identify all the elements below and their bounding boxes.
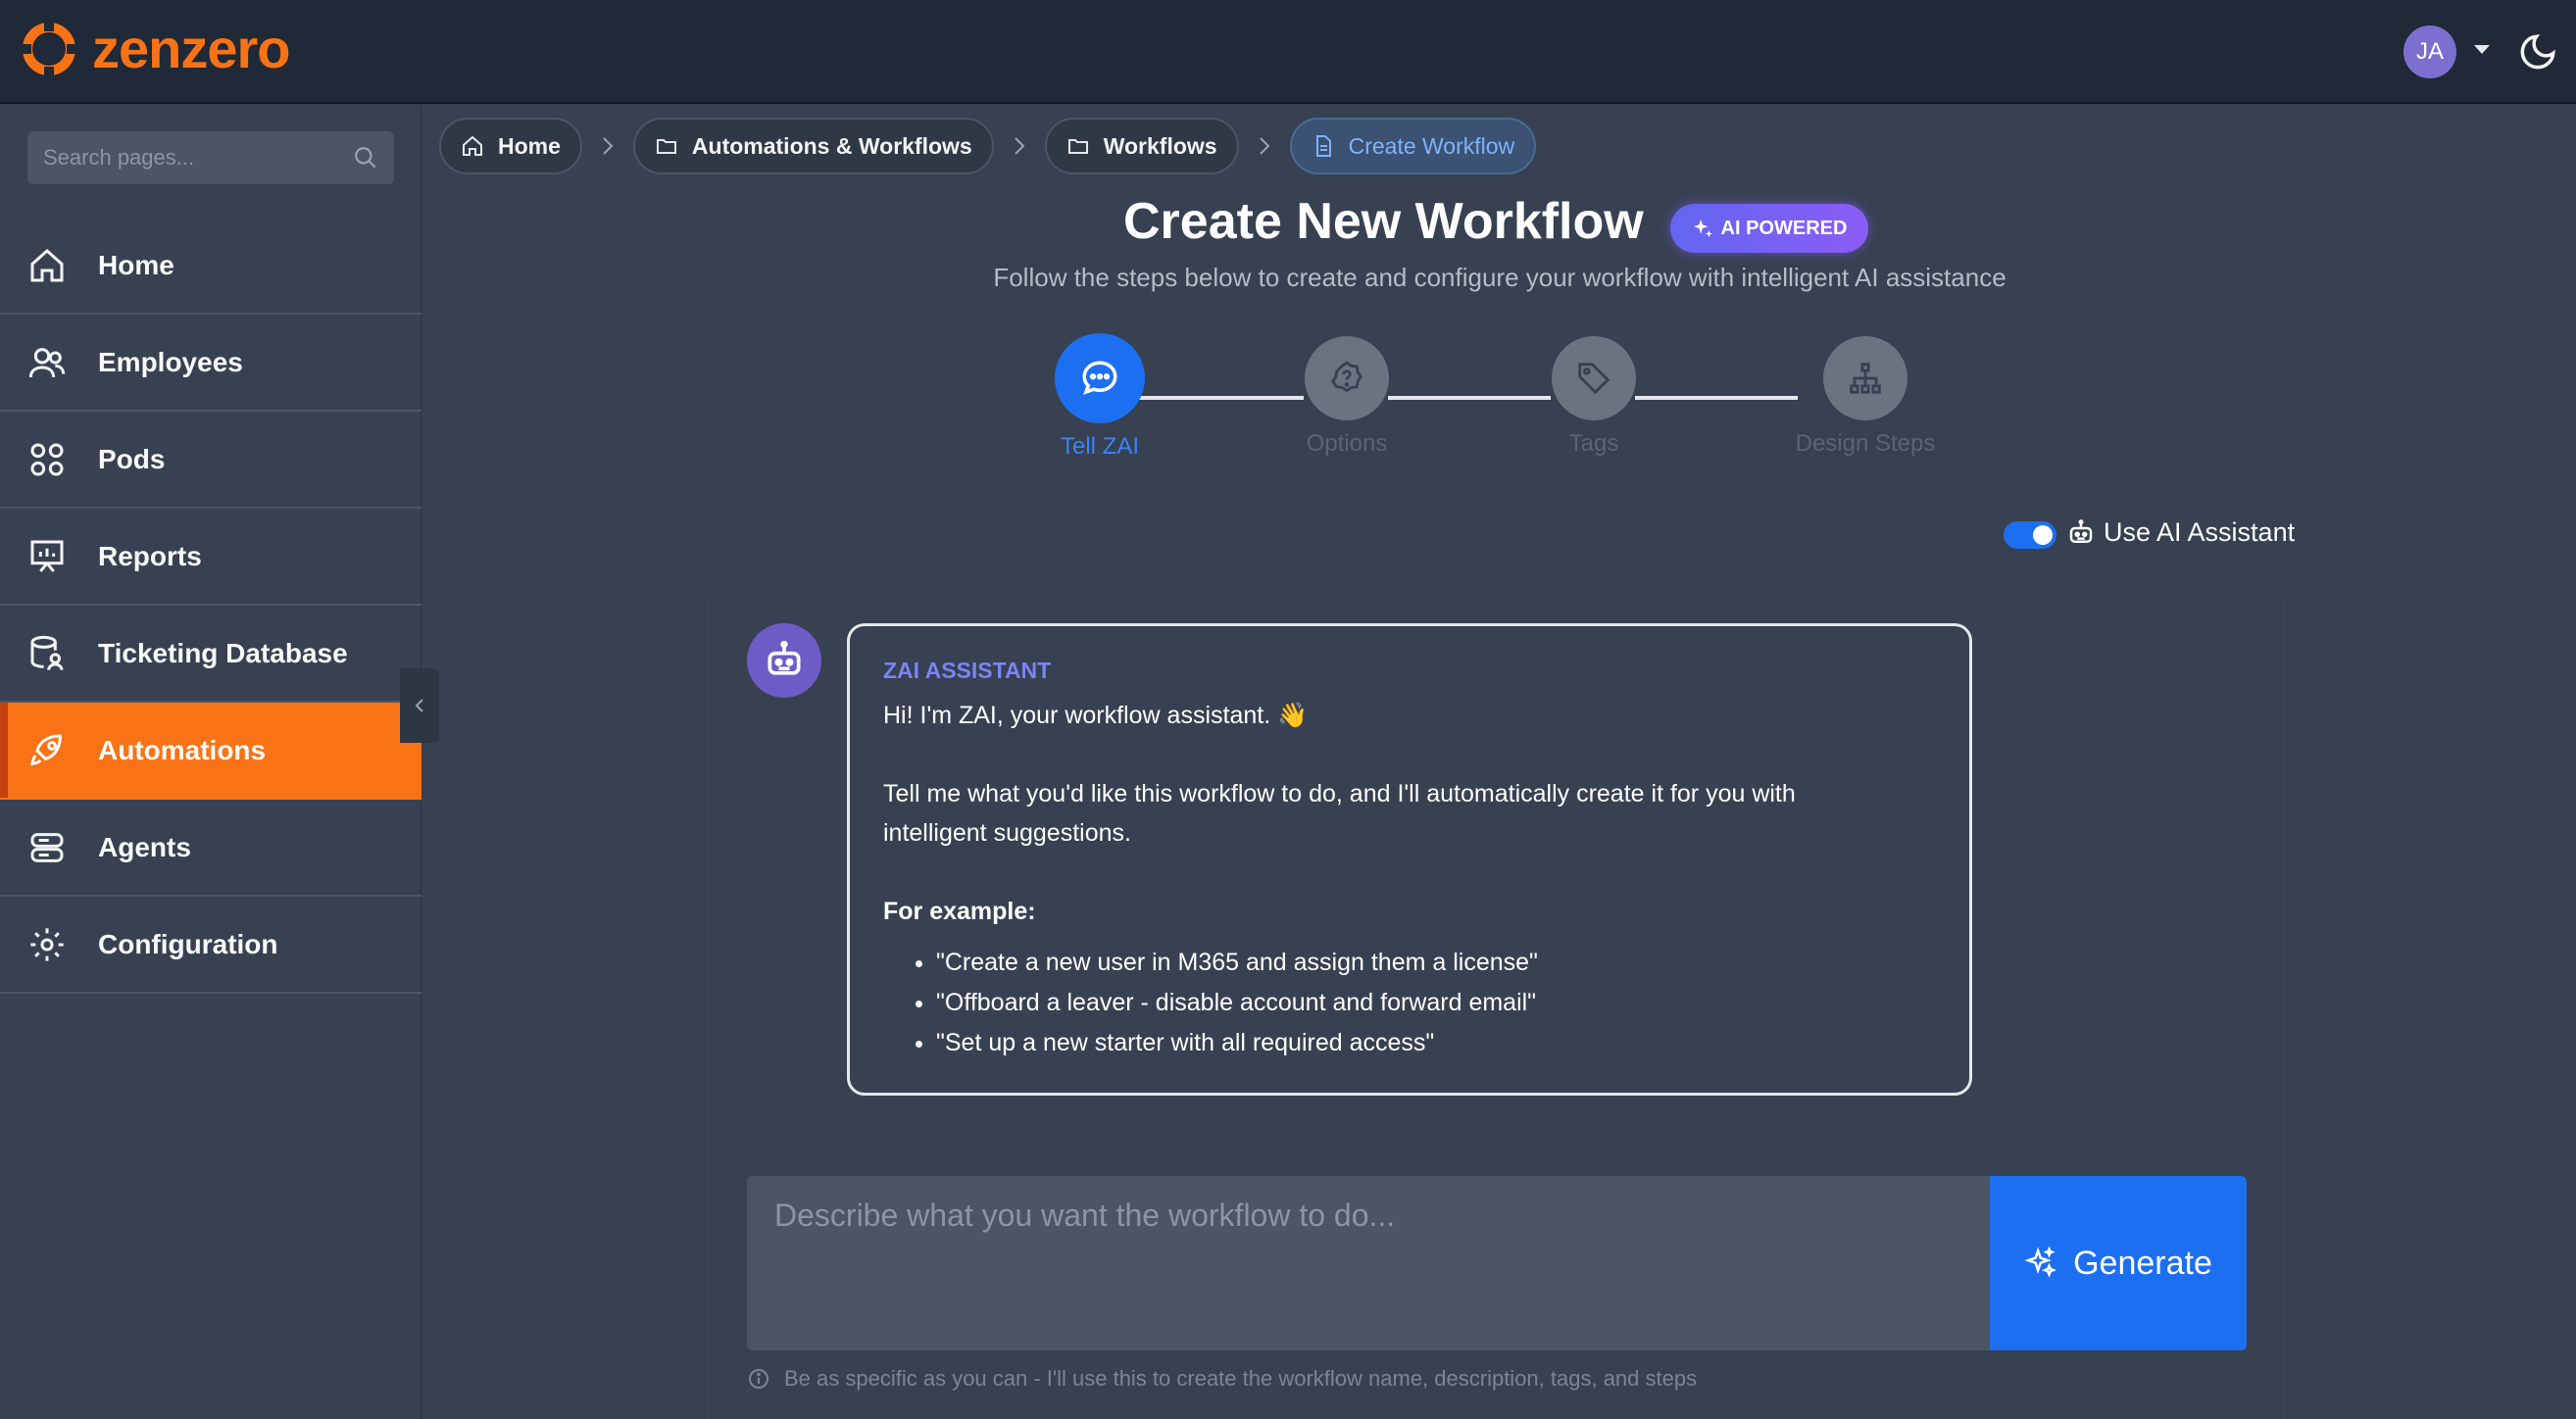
sidebar-item-label: Employees <box>98 346 243 377</box>
bot-avatar <box>747 623 821 698</box>
step-label: Tell ZAI <box>1060 433 1139 460</box>
question-icon <box>1331 361 1362 393</box>
step-connector <box>1635 396 1798 400</box>
workflow-description-input[interactable]: Describe what you want the workflow to d… <box>747 1176 1992 1350</box>
input-placeholder: Describe what you want the workflow to d… <box>774 1198 1396 1233</box>
input-hint: Be as specific as you can - I'll use thi… <box>747 1366 1697 1392</box>
users-icon <box>28 347 66 377</box>
step-label: Design Steps <box>1795 430 1936 457</box>
assistant-message: ZAI ASSISTANT Hi! I'm ZAI, your workflow… <box>847 623 1972 1096</box>
list-item: "Create a new user in M365 and assign th… <box>936 943 1936 983</box>
search-icon <box>355 147 376 169</box>
sidebar-item-employees[interactable]: Employees <box>0 315 421 412</box>
examples-heading: For example: <box>883 898 1036 925</box>
folder-icon <box>1067 139 1088 154</box>
sidebar-item-pods[interactable]: Pods <box>0 412 421 509</box>
step-tags[interactable]: Tags <box>1535 336 1653 458</box>
sparkle-icon <box>2024 1247 2057 1278</box>
moon-icon[interactable] <box>2517 31 2558 73</box>
gear-icon <box>30 927 64 961</box>
step-connector <box>1139 396 1304 400</box>
list-item: "Offboard a leaver - disable account and… <box>936 983 1936 1023</box>
document-icon <box>1315 135 1331 157</box>
examples-list: "Create a new user in M365 and assign th… <box>883 943 1936 1063</box>
sidebar-item-automations[interactable]: Automations <box>0 703 421 800</box>
brand-name: zenzero <box>92 18 290 79</box>
zenzero-logo-icon <box>20 20 78 78</box>
search-placeholder: Search pages... <box>43 145 195 170</box>
page-title: Create New Workflow <box>1123 193 1644 250</box>
step-label: Tags <box>1568 430 1619 457</box>
tag-icon <box>1578 363 1610 395</box>
breadcrumb-create-workflow: Create Workflow <box>1289 118 1537 174</box>
sidebar-item-label: Reports <box>98 540 202 571</box>
sidebar-item-label: Agents <box>98 831 191 862</box>
list-item: "Set up a new starter with all required … <box>936 1023 1936 1063</box>
rocket-icon <box>30 733 62 765</box>
breadcrumb: Home Automations & Workflows Workflows C… <box>439 118 1537 174</box>
step-circle <box>1305 336 1389 420</box>
hint-text: Be as specific as you can - I'll use thi… <box>784 1366 1698 1391</box>
chevron-right-icon <box>582 135 633 157</box>
grid-icon <box>30 443 64 475</box>
breadcrumb-label: Home <box>498 132 561 159</box>
robot-icon <box>768 640 801 675</box>
sidebar-item-agents[interactable]: Agents <box>0 800 421 897</box>
step-options[interactable]: Options <box>1288 336 1406 458</box>
step-connector <box>1388 396 1551 400</box>
assistant-intro: Tell me what you'd like this workflow to… <box>883 780 1796 847</box>
sparkle-icon <box>1693 219 1712 238</box>
sidebar-nav: Home Employees Pods Reports Ticketing Da… <box>0 218 421 994</box>
database-user-icon <box>30 635 64 670</box>
chevron-right-icon <box>1239 135 1290 157</box>
breadcrumb-home[interactable]: Home <box>439 118 582 174</box>
top-bar: zenzero JA <box>0 0 2576 104</box>
step-circle <box>1055 333 1145 423</box>
step-circle <box>1823 336 1907 420</box>
server-icon <box>30 832 64 862</box>
step-circle <box>1552 336 1636 420</box>
sidebar-item-label: Configuration <box>98 928 278 959</box>
chevron-left-icon <box>415 699 423 712</box>
breadcrumb-label: Workflows <box>1103 132 1217 159</box>
sidebar: Search pages... Home Employees Pods Repo… <box>0 106 421 1419</box>
ai-badge-label: AI POWERED <box>1720 217 1848 239</box>
breadcrumb-workflows[interactable]: Workflows <box>1044 118 1239 174</box>
page-subtitle: Follow the steps below to create and con… <box>993 263 2006 292</box>
use-ai-assistant-toggle[interactable] <box>2004 521 2056 549</box>
chat-icon <box>1082 361 1117 395</box>
sidebar-item-ticketing-database[interactable]: Ticketing Database <box>0 606 421 703</box>
brand-logo[interactable]: zenzero <box>20 20 290 78</box>
step-label: Options <box>1306 430 1388 457</box>
folder-icon <box>656 139 676 154</box>
sidebar-item-label: Ticketing Database <box>98 637 348 668</box>
sidebar-item-reports[interactable]: Reports <box>0 509 421 606</box>
info-icon <box>749 1369 768 1389</box>
user-avatar[interactable]: JA <box>2403 25 2456 78</box>
home-icon <box>463 135 482 156</box>
step-design-steps[interactable]: Design Steps <box>1782 336 1949 458</box>
use-ai-assistant-label: Use AI Assistant <box>2066 517 2295 548</box>
assistant-greeting: Hi! I'm ZAI, your workflow assistant. 👋 <box>883 702 1309 729</box>
step-tell-zai[interactable]: Tell ZAI <box>1041 333 1159 461</box>
breadcrumb-automations-workflows[interactable]: Automations & Workflows <box>632 118 994 174</box>
chevron-right-icon <box>994 135 1045 157</box>
sidebar-item-label: Automations <box>98 734 267 765</box>
chevron-down-icon[interactable] <box>2474 45 2490 54</box>
sitemap-icon <box>1850 363 1881 394</box>
sidebar-item-configuration[interactable]: Configuration <box>0 897 421 994</box>
robot-icon <box>2069 518 2093 543</box>
sidebar-item-label: Pods <box>98 443 166 474</box>
presentation-icon <box>30 540 64 572</box>
toggle-label: Use AI Assistant <box>2104 517 2296 547</box>
breadcrumb-label: Automations & Workflows <box>691 132 972 159</box>
search-pages-input[interactable]: Search pages... <box>27 131 394 184</box>
breadcrumb-label: Create Workflow <box>1348 132 1515 159</box>
generate-button[interactable]: Generate <box>1990 1176 2247 1350</box>
sidebar-collapse-button[interactable] <box>400 668 439 743</box>
generate-label: Generate <box>2073 1244 2212 1282</box>
assistant-name: ZAI ASSISTANT <box>883 658 1052 683</box>
ai-powered-badge: AI POWERED <box>1670 204 1868 253</box>
